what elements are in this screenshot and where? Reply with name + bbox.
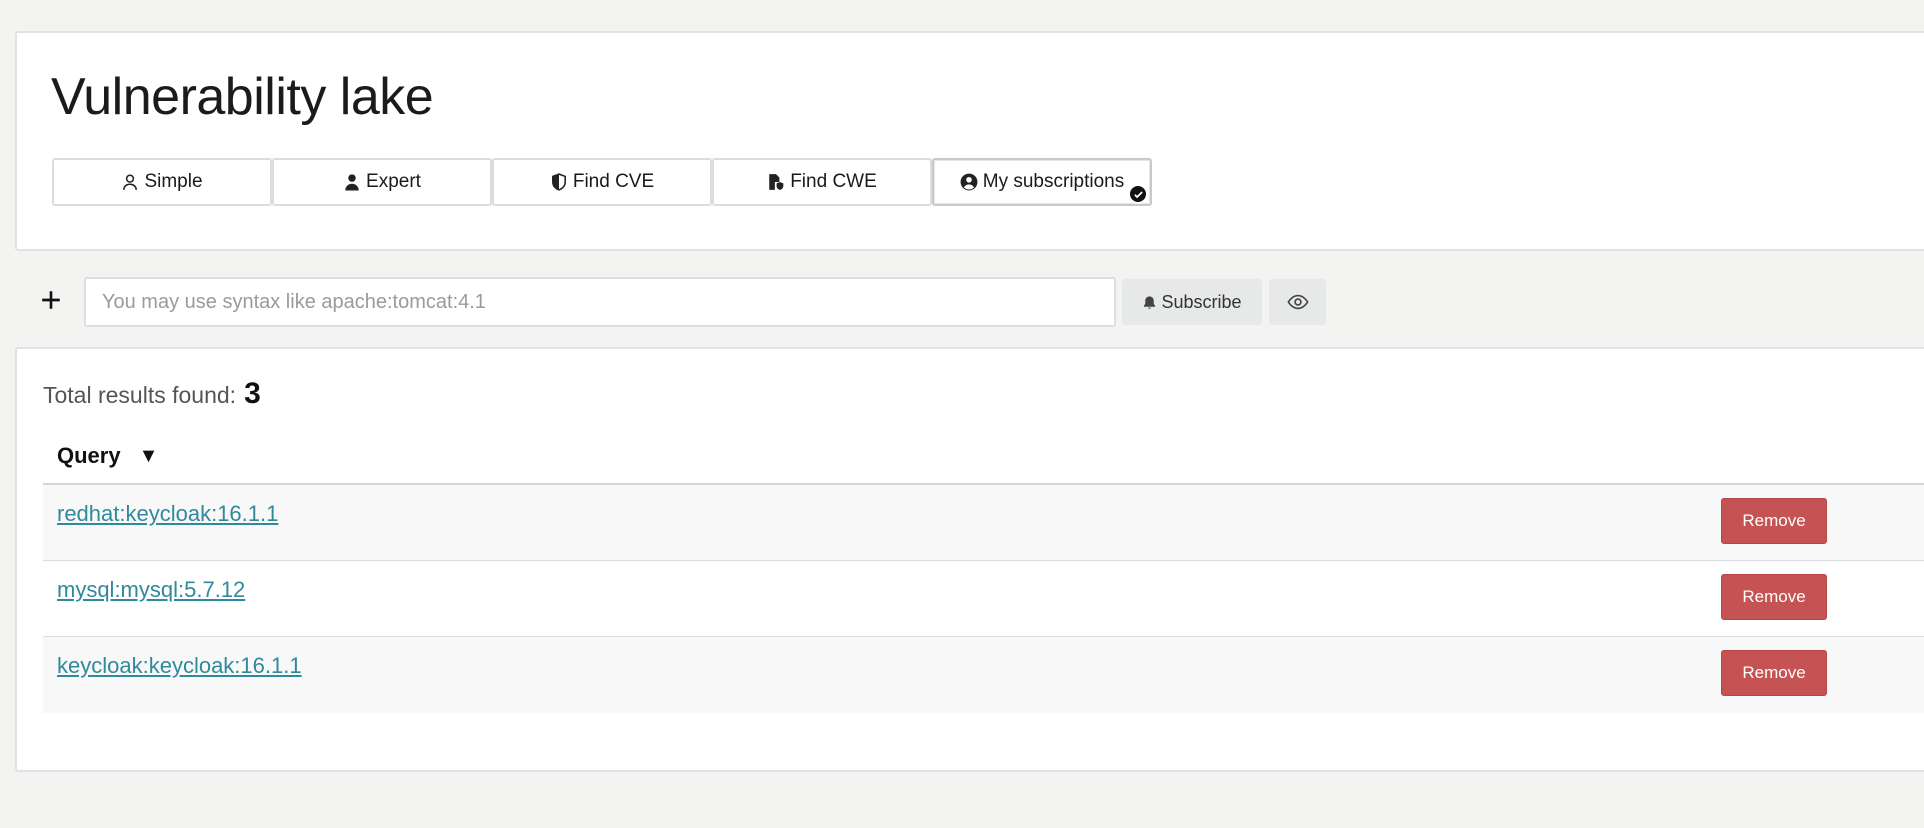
tab-label: Find CVE xyxy=(572,171,655,192)
header-card: Vulnerability lake Simple Expert Find CV… xyxy=(15,31,1924,251)
tab-my-subscriptions[interactable]: My subscriptions xyxy=(932,158,1152,206)
query-link[interactable]: redhat:keycloak:16.1.1 xyxy=(57,501,278,527)
eye-icon xyxy=(1286,294,1309,310)
add-icon[interactable] xyxy=(38,287,64,313)
bell-icon xyxy=(1144,295,1156,309)
column-header-label: Query xyxy=(57,443,121,468)
tab-expert[interactable]: Expert xyxy=(272,158,492,206)
remove-button[interactable]: Remove xyxy=(1721,498,1827,544)
tab-find-cwe[interactable]: Find CWE xyxy=(712,158,932,206)
subscription-query-input[interactable] xyxy=(84,277,1116,327)
table-row: keycloak:keycloak:16.1.1 Remove xyxy=(43,637,1924,713)
table-row: mysql:mysql:5.7.12 Remove xyxy=(43,561,1924,637)
table-header: Query ▼ xyxy=(43,429,1924,485)
sort-desc-icon[interactable]: ▼ xyxy=(139,445,159,468)
query-link[interactable]: mysql:mysql:5.7.12 xyxy=(57,577,245,603)
user-circle-icon xyxy=(960,173,978,191)
tab-simple[interactable]: Simple xyxy=(52,158,272,206)
tab-bar: Simple Expert Find CVE Find CWE My subsc… xyxy=(52,158,1152,206)
remove-button[interactable]: Remove xyxy=(1721,574,1827,620)
subscribe-button[interactable]: Subscribe xyxy=(1122,279,1262,325)
total-results-label: Total results found: xyxy=(43,382,237,408)
query-link[interactable]: keycloak:keycloak:16.1.1 xyxy=(57,653,302,679)
tab-find-cve[interactable]: Find CVE xyxy=(492,158,712,206)
tab-label: Expert xyxy=(366,171,421,192)
total-results-count: 3 xyxy=(244,377,261,410)
user-solid-icon xyxy=(343,173,361,191)
shield-half-icon xyxy=(550,173,568,191)
table-body: redhat:keycloak:16.1.1 Remove mysql:mysq… xyxy=(43,485,1924,713)
remove-button[interactable]: Remove xyxy=(1721,650,1827,696)
results-card: Total results found: 3 Query ▼ redhat:ke… xyxy=(15,347,1924,772)
tab-label: My subscriptions xyxy=(982,171,1125,192)
tab-label: Find CWE xyxy=(790,171,877,192)
tab-label: Simple xyxy=(144,171,203,192)
subscriptions-table: Query ▼ redhat:keycloak:16.1.1 Remove my… xyxy=(43,429,1924,713)
file-shield-icon xyxy=(767,173,785,191)
check-badge-icon xyxy=(1128,184,1148,204)
column-header-query[interactable]: Query ▼ xyxy=(57,443,158,469)
table-row: redhat:keycloak:16.1.1 Remove xyxy=(43,485,1924,561)
page-title: Vulnerability lake xyxy=(51,68,434,126)
total-results: Total results found: 3 xyxy=(43,377,261,411)
user-outline-icon xyxy=(121,173,139,191)
preview-button[interactable] xyxy=(1269,279,1326,325)
subscribe-label: Subscribe xyxy=(1161,291,1242,312)
